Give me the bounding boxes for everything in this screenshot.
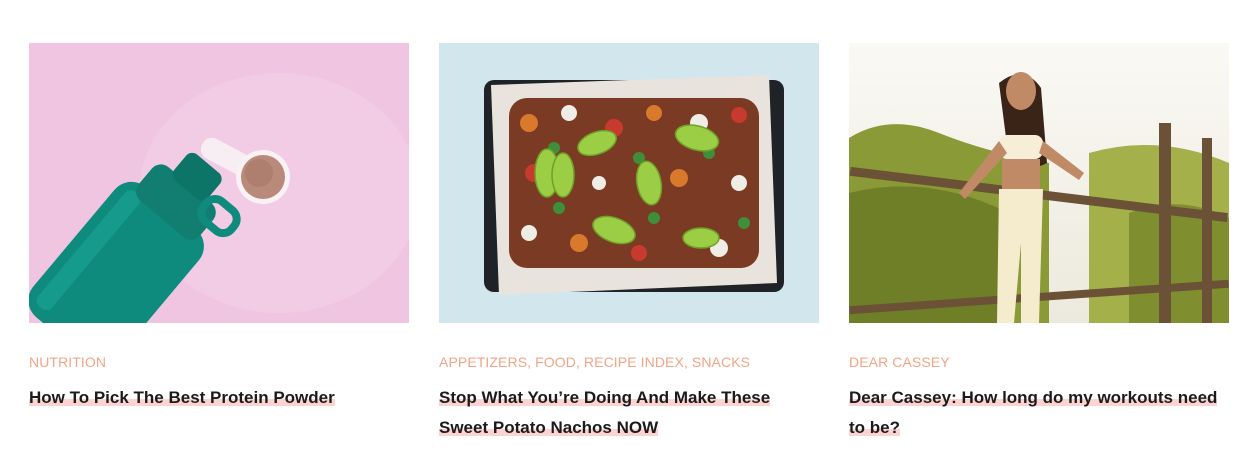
article-thumbnail-workout-length[interactable] [849,43,1229,323]
category-link[interactable]: NUTRITION [29,354,106,370]
article-title: Dear Cassey: How long do my workouts nee… [849,383,1229,443]
article-card: DEAR CASSEY Dear Cassey: How long do my … [849,43,1229,443]
article-title-link[interactable]: Dear Cassey: How long do my workouts nee… [849,388,1218,438]
woman-outdoors-image [849,43,1229,323]
article-title-link[interactable]: Stop What You’re Doing And Make These Sw… [439,388,771,438]
article-title-link[interactable]: How To Pick The Best Protein Powder [29,388,335,408]
category-link[interactable]: APPETIZERS, FOOD, RECIPE INDEX, SNACKS [439,354,750,370]
article-category: DEAR CASSEY [849,353,1229,371]
article-title: How To Pick The Best Protein Powder [29,383,409,413]
article-grid: NUTRITION How To Pick The Best Protein P… [0,0,1252,458]
article-category: NUTRITION [29,353,409,371]
article-category: APPETIZERS, FOOD, RECIPE INDEX, SNACKS [439,353,819,371]
article-thumbnail-protein-powder[interactable] [29,43,409,323]
article-card: NUTRITION How To Pick The Best Protein P… [29,43,409,413]
article-card: APPETIZERS, FOOD, RECIPE INDEX, SNACKS S… [439,43,819,443]
article-thumbnail-sweet-potato-nachos[interactable] [439,43,819,323]
article-title: Stop What You’re Doing And Make These Sw… [439,383,819,443]
category-link[interactable]: DEAR CASSEY [849,354,950,370]
protein-powder-image [29,43,409,323]
nachos-image [439,43,819,323]
